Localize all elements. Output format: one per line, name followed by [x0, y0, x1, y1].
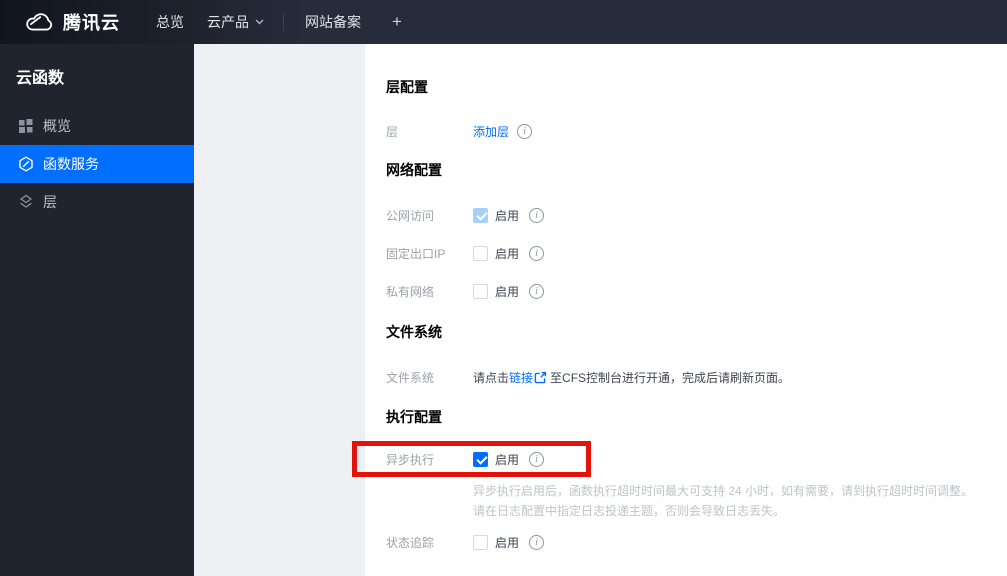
topbar: 腾讯云 总览 云产品 网站备案 +	[0, 0, 1007, 44]
checkbox-label-enable: 启用	[495, 246, 520, 261]
field-label-fixed-egress-ip: 固定出口IP	[386, 246, 446, 261]
info-icon[interactable]	[529, 283, 545, 299]
sidebar-item-overview[interactable]: 概览	[0, 107, 194, 145]
chevron-down-icon	[255, 19, 264, 25]
form-row-public-access: 公网访问 启用	[386, 205, 1007, 225]
info-icon[interactable]	[529, 534, 545, 550]
nav-overview[interactable]: 总览	[156, 12, 184, 32]
cloud-logo-icon	[22, 11, 54, 33]
checkbox-public-access[interactable]	[473, 207, 488, 223]
async-description-line2: 请在日志配置中指定日志投递主题，否则会导致日志丢失。	[473, 504, 786, 518]
topbar-divider	[283, 13, 284, 31]
nav-cloud-products[interactable]: 云产品	[207, 12, 264, 32]
checkbox-private-network[interactable]	[473, 283, 488, 299]
field-label-status-tracing: 状态追踪	[386, 535, 435, 550]
function-hexagon-icon	[18, 156, 34, 172]
field-label-public-access: 公网访问	[386, 208, 435, 223]
field-label-async-execution: 异步执行	[386, 452, 435, 467]
filesystem-hint-suffix: 至CFS控制台进行开通，完成后请刷新页面。	[550, 370, 791, 385]
sidebar-item-function-service[interactable]: 函数服务	[0, 145, 194, 183]
info-icon[interactable]	[529, 207, 545, 223]
sidebar: 云函数 概览 函数服务 层	[0, 44, 194, 576]
sidebar-item-label: 概览	[43, 118, 71, 134]
info-icon[interactable]	[517, 123, 533, 139]
add-nav-tab-button[interactable]: +	[392, 12, 402, 32]
info-icon[interactable]	[529, 245, 545, 261]
form-row-status-tracing: 状态追踪 启用	[386, 532, 1007, 552]
form-row-private-network: 私有网络 启用	[386, 281, 1007, 301]
checkbox-status-tracing[interactable]	[473, 534, 488, 550]
add-layer-link[interactable]: 添加层	[473, 123, 509, 140]
section-heading-filesystem: 文件系统	[386, 324, 442, 340]
sidebar-item-label: 函数服务	[43, 156, 99, 172]
cfs-console-link[interactable]: 链接	[509, 369, 533, 386]
brand-name: 腾讯云	[63, 13, 120, 33]
form-row-layer: 层 添加层	[386, 121, 1007, 141]
grid-icon	[18, 118, 34, 134]
sidebar-title: 云函数	[16, 70, 65, 87]
field-label-layer: 层	[386, 124, 399, 139]
field-label-filesystem: 文件系统	[386, 370, 435, 385]
form-row-async-execution: 异步执行 启用	[386, 449, 1007, 469]
field-label-private-network: 私有网络	[386, 284, 435, 299]
layers-icon	[18, 194, 34, 210]
checkbox-fixed-egress-ip[interactable]	[473, 245, 488, 261]
form-row-fixed-egress-ip: 固定出口IP 启用	[386, 243, 1007, 263]
async-execution-description: 异步执行启用后，函数执行超时时间最大可支持 24 小时，如有需要，请到执行超时时…	[473, 481, 1003, 521]
settings-panel: 层配置 层 添加层 网络配置 公网访问 启用 固定出口IP 启用 私有网络 启用…	[365, 44, 1007, 576]
external-link-icon	[534, 371, 547, 387]
async-description-line1: 异步执行启用后，函数执行超时时间最大可支持 24 小时，如有需要，请到执行超时时…	[473, 484, 974, 498]
checkbox-label-enable: 启用	[495, 452, 520, 467]
section-heading-execution-config: 执行配置	[386, 409, 442, 425]
nav-beian[interactable]: 网站备案	[305, 12, 361, 32]
checkbox-label-enable: 启用	[495, 208, 520, 223]
filesystem-hint-prefix: 请点击	[473, 370, 510, 385]
sidebar-item-label: 层	[43, 194, 57, 210]
nav-cloud-products-label: 云产品	[207, 14, 249, 30]
form-row-filesystem: 文件系统 请点击 链接 至CFS控制台进行开通，完成后请刷新页面。	[386, 367, 1007, 387]
sidebar-menu: 概览 函数服务 层	[0, 107, 194, 221]
checkbox-label-enable: 启用	[495, 284, 520, 299]
section-heading-layer-config: 层配置	[386, 79, 428, 95]
checkbox-label-enable: 启用	[495, 535, 520, 550]
info-icon[interactable]	[529, 451, 545, 467]
checkbox-async-execution[interactable]	[473, 451, 488, 467]
section-heading-network-config: 网络配置	[386, 162, 442, 178]
sidebar-item-layers[interactable]: 层	[0, 183, 194, 221]
tencent-cloud-logo[interactable]: 腾讯云	[22, 9, 120, 35]
